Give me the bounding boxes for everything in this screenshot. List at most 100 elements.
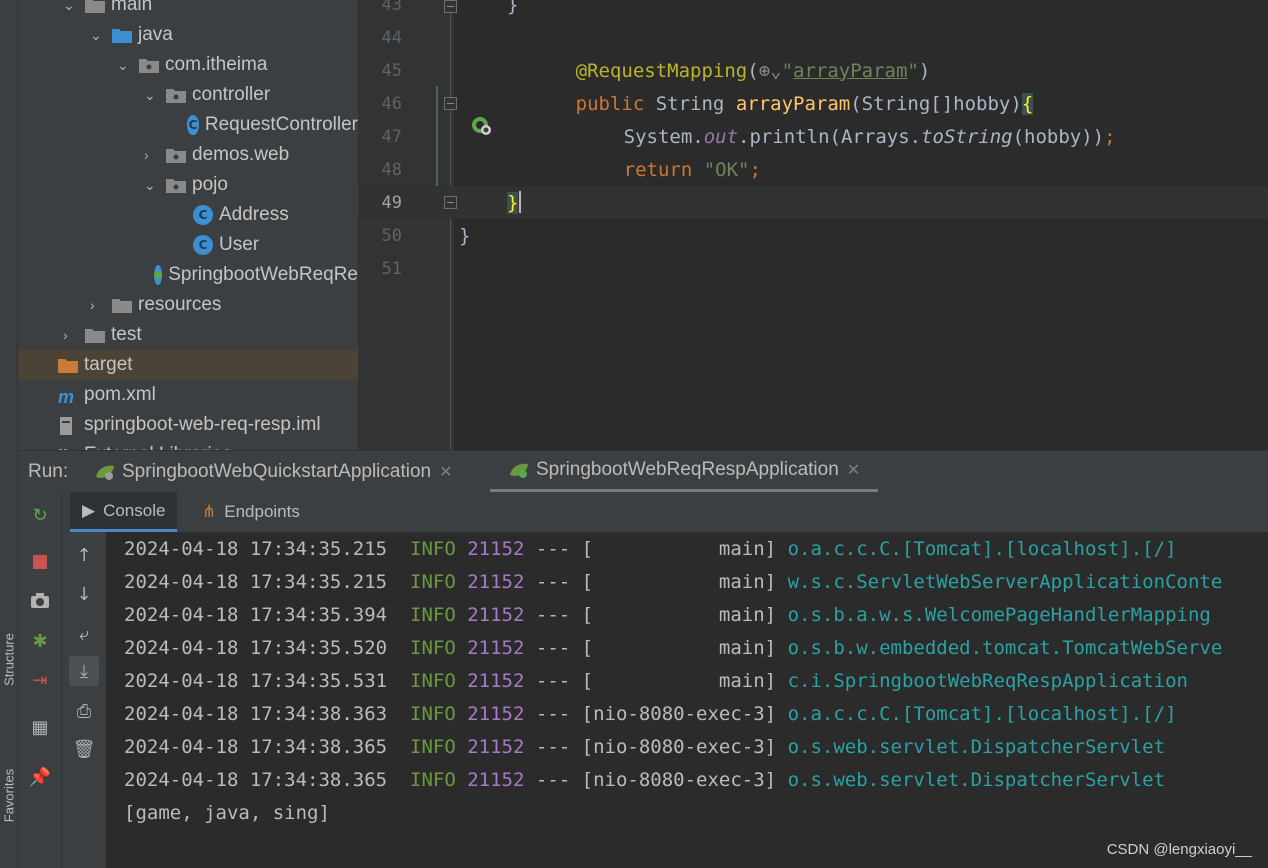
fold-toggle[interactable]: [444, 97, 457, 110]
structure-tool-tab[interactable]: Structure: [2, 629, 17, 691]
layout-icon[interactable]: ▦: [25, 712, 55, 742]
tree-item-label: springboot-web-req-resp.iml: [84, 414, 321, 435]
favorites-tool-tab[interactable]: Favorites: [2, 765, 17, 827]
run-tab-quickstart[interactable]: SpringbootWebQuickstartApplication ✕: [94, 451, 453, 493]
tree-item[interactable]: C Address: [18, 200, 358, 230]
code-line-48: 48 return "OK";: [381, 158, 761, 181]
chevron-down-icon[interactable]: ⌄: [63, 0, 77, 12]
log-ts: 2024-04-18 17:34:38.363: [124, 702, 388, 725]
class-icon: C: [193, 235, 213, 255]
spring-boot-icon: [508, 461, 530, 479]
tree-item[interactable]: ⌄ main: [18, 0, 358, 20]
log-sep: ---: [535, 768, 571, 791]
log-thread: [ main]: [581, 603, 777, 626]
log-level: INFO: [410, 768, 456, 791]
trash-icon[interactable]: 🗑: [69, 734, 99, 764]
code-editor[interactable]: 43 } 44 45 @RequestMapping(⊕⌄"arrayParam…: [358, 0, 1268, 450]
fold-toggle[interactable]: [444, 196, 457, 209]
arrow-up-icon[interactable]: ↑: [69, 540, 99, 570]
tree-item[interactable]: C User: [18, 230, 358, 260]
tree-item-label: User: [219, 234, 260, 255]
tree-item[interactable]: SpringbootWebReqRe: [18, 260, 358, 290]
class-icon: C: [193, 205, 213, 225]
chevron-right-icon[interactable]: ›: [63, 328, 77, 342]
tree-item[interactable]: C RequestController: [18, 110, 358, 140]
run-toolbar: ↻ ✱ ⇥ ▦ 📌: [18, 492, 62, 868]
tree-item-label: demos.web: [192, 144, 290, 165]
tab-endpoints[interactable]: ⋔ Endpoints: [190, 492, 312, 532]
chevron-down-icon[interactable]: ⌄: [117, 58, 131, 72]
tab-console[interactable]: ▶ Console: [70, 492, 178, 532]
log-line: 2024-04-18 17:34:35.531 INFO 21152 --- […: [124, 664, 1188, 697]
close-icon[interactable]: ✕: [439, 462, 452, 482]
rerun-icon[interactable]: ↻: [25, 500, 55, 530]
endpoints-icon: ⋔: [202, 502, 217, 521]
chevron-right-icon[interactable]: ›: [144, 148, 158, 162]
stop-icon[interactable]: [25, 547, 55, 577]
tree-item[interactable]: m pom.xml: [18, 380, 358, 410]
source-folder-icon: [112, 27, 132, 43]
print-icon[interactable]: ⎙: [69, 696, 99, 726]
log-logger: o.a.c.c.C.[Tomcat].[localhost].[/]: [787, 702, 1177, 725]
log-thread: [nio-8080-exec-3]: [581, 702, 777, 725]
tree-item[interactable]: ⌄ java: [18, 20, 358, 50]
scroll-to-end-icon[interactable]: ⤓: [69, 656, 99, 686]
code-line-51: 51: [381, 258, 402, 279]
run-tab-reqresp[interactable]: SpringbootWebReqRespApplication ✕: [490, 451, 879, 493]
fold-toggle[interactable]: [444, 0, 457, 13]
log-pid: 21152: [467, 603, 525, 626]
log-line: 2024-04-18 17:34:35.215 INFO 21152 --- […: [124, 565, 1222, 598]
request-mapping-gutter-icon[interactable]: [402, 93, 491, 135]
chevron-down-icon[interactable]: ⌄: [90, 28, 104, 42]
tree-item[interactable]: ⌄ pojo: [18, 170, 358, 200]
chevron-down-icon[interactable]: ⌄: [144, 88, 158, 102]
camera-icon[interactable]: [25, 586, 55, 616]
log-line: 2024-04-18 17:34:35.394 INFO 21152 --- […: [124, 598, 1211, 631]
log-level: INFO: [410, 702, 456, 725]
log-line: 2024-04-18 17:34:38.365 INFO 21152 --- […: [124, 763, 1165, 796]
tree-item-label: RequestController: [204, 114, 358, 135]
pin-icon[interactable]: 📌: [25, 762, 55, 792]
log-logger: o.s.b.w.embedded.tomcat.TomcatWebServe: [787, 636, 1223, 659]
log-level: INFO: [410, 636, 456, 659]
class-icon: C: [187, 115, 199, 135]
log-ts: 2024-04-18 17:34:35.520: [124, 636, 388, 659]
log-thread: [ main]: [581, 669, 777, 692]
tree-item-label: resources: [138, 294, 222, 315]
tree-item[interactable]: › test: [18, 320, 358, 350]
tree-item[interactable]: External Libraries: [18, 440, 358, 450]
exit-icon[interactable]: ⇥: [25, 665, 55, 695]
project-tree: ⌄ main ⌄ java ⌄ com.itheima ⌄ controller C Reques…: [18, 0, 358, 450]
log-line: 2024-04-18 17:34:35.215 INFO 21152 --- […: [124, 532, 1177, 565]
run-label: Run:: [28, 461, 69, 482]
code-line-47: 47 System.out.println(Arrays.toString(ho…: [381, 125, 1116, 148]
console-toolbar: ↑ ↓ ⤶ ⤓ ⎙ 🗑: [62, 532, 106, 868]
log-ts: 2024-04-18 17:34:35.215: [124, 570, 388, 593]
tree-item[interactable]: ⌄ com.itheima: [18, 50, 358, 80]
log-logger: w.s.c.ServletWebServerApplicationConte: [787, 570, 1223, 593]
tree-item[interactable]: target: [18, 350, 358, 380]
tree-item-label: Address: [219, 204, 289, 225]
close-icon[interactable]: ✕: [847, 460, 860, 480]
log-line: 2024-04-18 17:34:38.363 INFO 21152 --- […: [124, 697, 1177, 730]
tree-item[interactable]: ⌄ controller: [18, 80, 358, 110]
tree-item[interactable]: › resources: [18, 290, 358, 320]
arrow-down-icon[interactable]: ↓: [69, 579, 99, 609]
console-output[interactable]: 2024-04-18 17:34:35.215 INFO 21152 --- […: [106, 532, 1268, 868]
chevron-down-icon[interactable]: ⌄: [144, 178, 158, 192]
tree-item[interactable]: springboot-web-req-resp.iml: [18, 410, 358, 440]
log-line: 2024-04-18 17:34:38.365 INFO 21152 --- […: [124, 730, 1165, 763]
log-logger: o.a.c.c.C.[Tomcat].[localhost].[/]: [787, 537, 1177, 560]
debug-icon[interactable]: ✱: [25, 626, 55, 656]
chevron-right-icon[interactable]: ›: [90, 298, 104, 312]
package-icon: [166, 87, 186, 103]
soft-wrap-icon[interactable]: ⤶: [69, 619, 99, 649]
tree-item[interactable]: › demos.web: [18, 140, 358, 170]
maven-icon: m: [58, 387, 75, 407]
log-sep: ---: [535, 537, 571, 560]
log-level: INFO: [410, 669, 456, 692]
log-ts: 2024-04-18 17:34:35.215: [124, 537, 388, 560]
tree-item-label: controller: [192, 84, 271, 105]
